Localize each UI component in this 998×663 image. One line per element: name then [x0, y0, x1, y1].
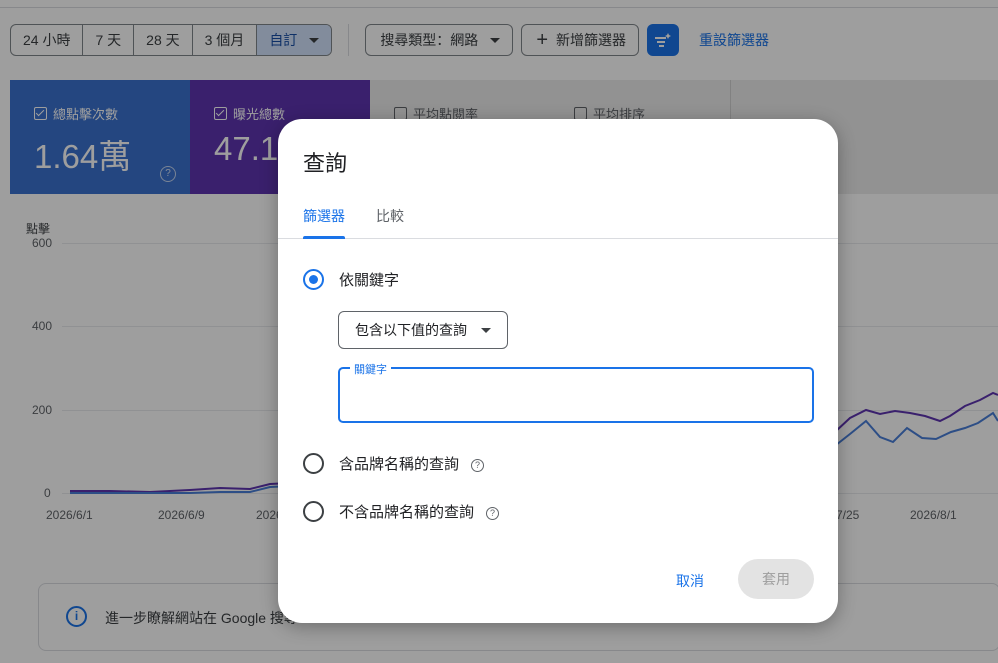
radio-keyword-label[interactable]: 依關鍵字 [339, 269, 399, 290]
cancel-button[interactable]: 取消 [670, 567, 710, 595]
keyword-field[interactable]: 關鍵字 [338, 361, 814, 423]
keyword-field-label: 關鍵字 [350, 361, 391, 377]
match-type-value: 包含以下值的查詢 [355, 322, 467, 338]
dialog-title: 查詢 [303, 151, 348, 176]
radio-non-brand-label: 不含品牌名稱的查詢 [339, 504, 475, 521]
radio-brand-label: 含品牌名稱的查詢 [339, 456, 460, 473]
radio-non-brand[interactable] [303, 501, 324, 522]
keyword-input[interactable] [352, 385, 796, 404]
radio-keyword[interactable] [303, 269, 324, 290]
tab-filter[interactable]: 篩選器 [303, 206, 345, 239]
help-icon[interactable]: ? [486, 506, 500, 520]
tab-compare[interactable]: 比較 [376, 206, 404, 238]
query-filter-dialog: 查詢 篩選器 比較 依關鍵字 包含以下值的查詢 關鍵字 含品牌名稱的查詢? 不含… [278, 119, 838, 623]
dialog-tabs: 篩選器 比較 [278, 206, 838, 239]
match-type-select[interactable]: 包含以下值的查詢 [338, 311, 508, 349]
radio-non-brand-row[interactable]: 不含品牌名稱的查詢? [339, 501, 500, 522]
apply-button[interactable]: 套用 [738, 559, 814, 599]
help-icon[interactable]: ? [471, 458, 485, 472]
radio-brand-row[interactable]: 含品牌名稱的查詢? [339, 453, 485, 474]
radio-brand[interactable] [303, 453, 324, 474]
chevron-down-icon [481, 328, 491, 333]
